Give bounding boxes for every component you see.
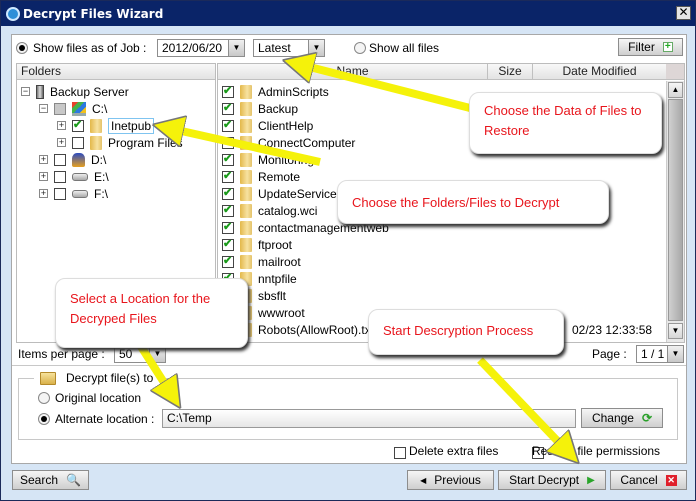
arrow-to-job-version — [298, 64, 471, 112]
annotation-arrows — [136, 0, 696, 501]
arrow-to-inetpub — [168, 128, 321, 166]
callout-start-process: Start Descryption Process — [368, 309, 564, 355]
callout-choose-folders: Choose the Folders/Files to Decrypt — [337, 180, 609, 224]
callout-choose-data: Choose the Data of Files to Restore — [469, 92, 662, 154]
callout-select-location: Select a Location for the Decryped Files — [55, 278, 248, 348]
arrow-to-alternate-location — [136, 342, 172, 395]
arrow-to-start-decrypt — [477, 357, 568, 452]
